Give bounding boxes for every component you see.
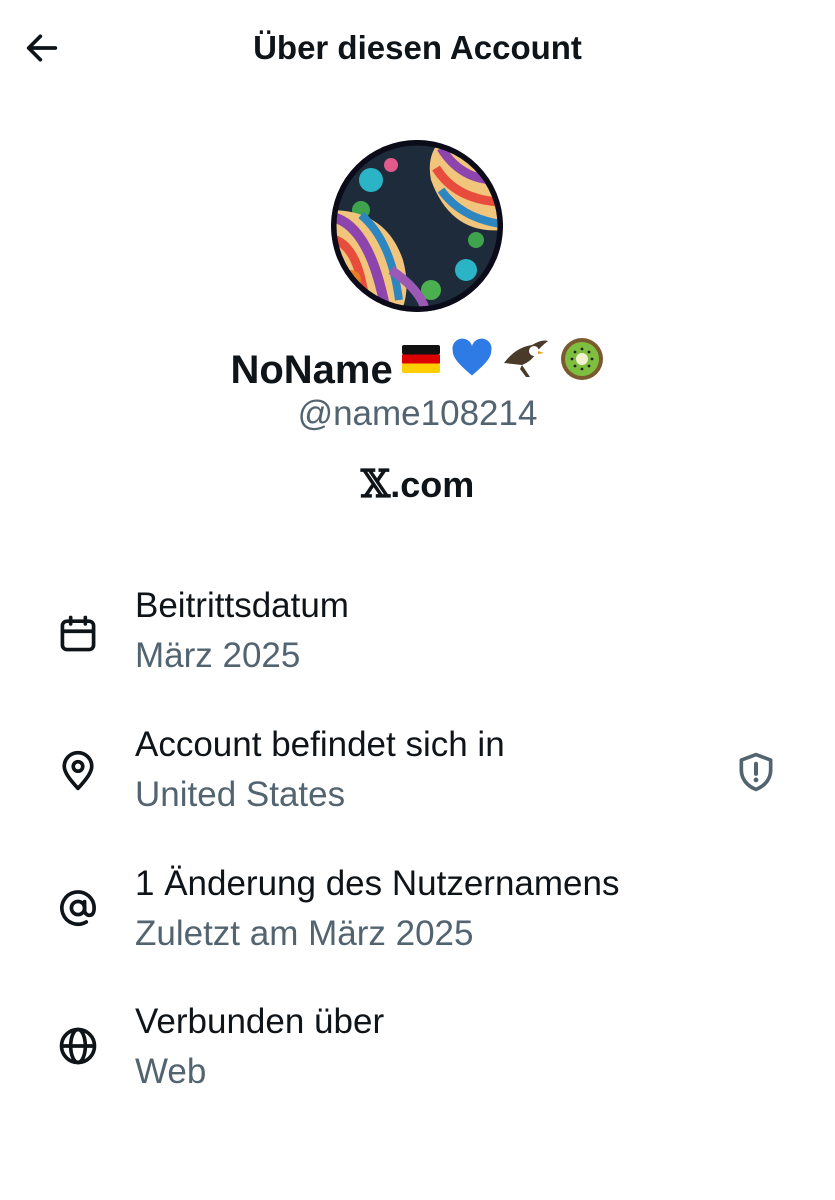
page-title: Über diesen Account — [253, 29, 582, 66]
join-date-value: März 2025 — [135, 636, 301, 675]
platform-domain: .com — [390, 464, 475, 505]
detail-row-connected-via: Verbunden über Web — [0, 1000, 835, 1110]
avatar[interactable] — [331, 140, 503, 312]
at-sign-icon — [54, 884, 102, 932]
connected-via-label: Verbunden über — [135, 1002, 385, 1041]
location-pin-icon — [54, 747, 102, 795]
platform-source: 𝕏.com — [0, 462, 835, 507]
detail-row-location: Account befindet sich in United States — [0, 723, 835, 833]
connected-via-value: Web — [135, 1052, 207, 1091]
german-flag-icon — [401, 344, 441, 396]
detail-row-join-date: Beitrittsdatum März 2025 — [0, 584, 835, 694]
x-logo-icon: 𝕏 — [360, 461, 391, 506]
globe-icon — [54, 1022, 102, 1070]
location-label: Account befindet sich in — [135, 725, 505, 764]
location-value: United States — [135, 775, 346, 814]
user-handle: @name108214 — [297, 394, 538, 433]
display-name: NoName — [230, 348, 393, 392]
calendar-icon — [54, 610, 102, 658]
detail-row-username-changes: 1 Änderung des Nutzernamens Zuletzt am M… — [0, 862, 835, 972]
username-changes-value: Zuletzt am März 2025 — [135, 914, 474, 953]
username-changes-label: 1 Änderung des Nutzernamens — [135, 864, 620, 903]
shield-alert-icon[interactable] — [731, 747, 781, 797]
avatar-image — [331, 140, 503, 312]
join-date-label: Beitrittsdatum — [135, 586, 349, 625]
